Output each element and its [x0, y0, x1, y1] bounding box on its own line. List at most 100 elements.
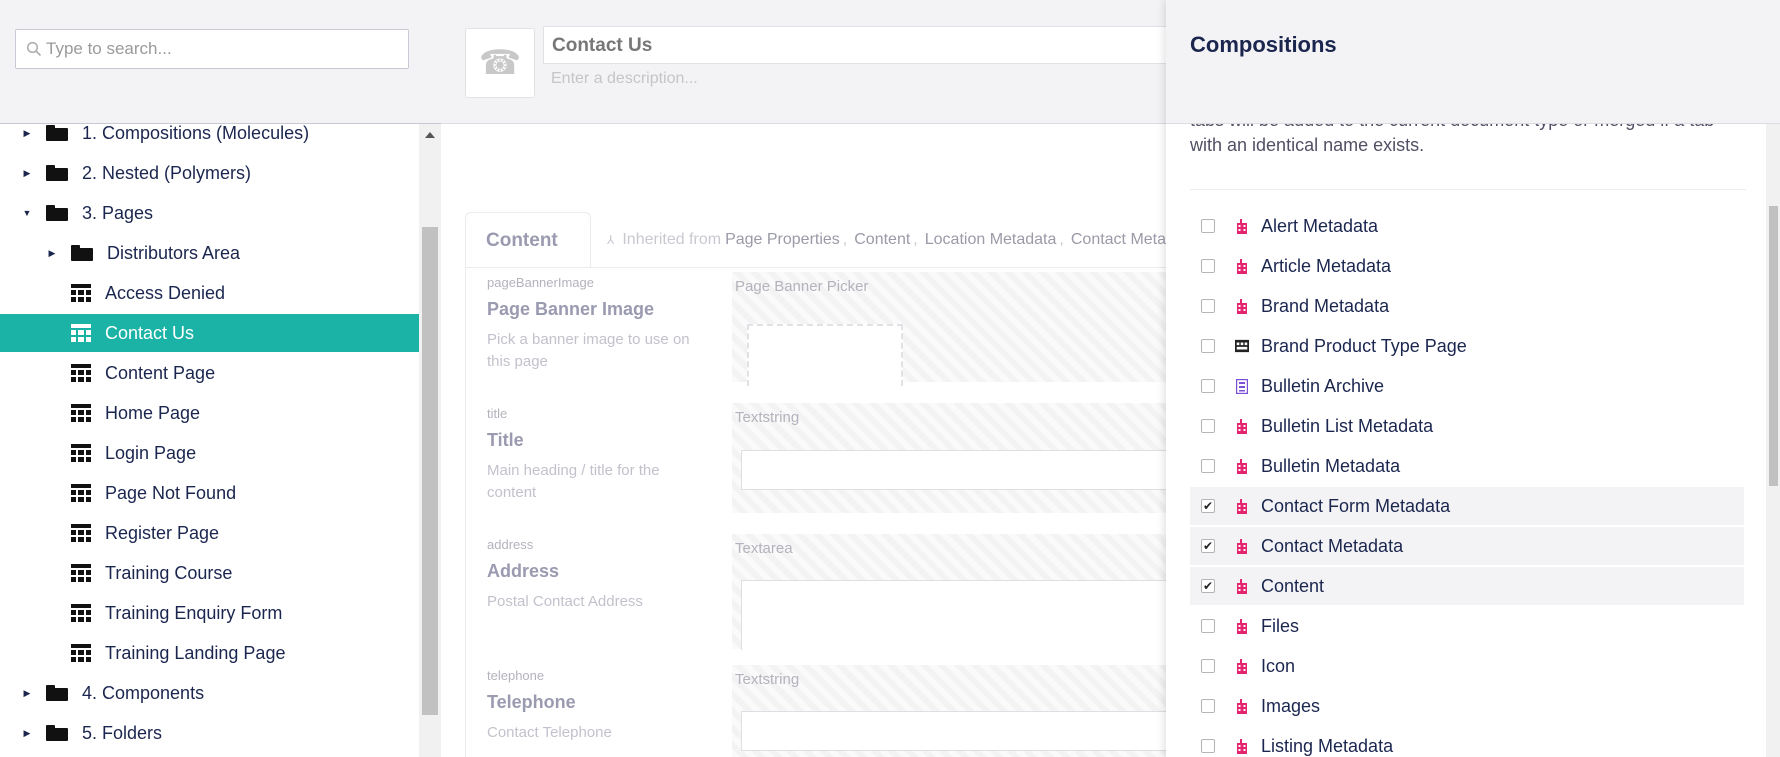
search-box[interactable] — [15, 29, 409, 69]
tree-item-document[interactable]: Login Page — [0, 434, 419, 472]
metadata-icon — [1235, 698, 1249, 714]
composition-item[interactable]: Bulletin Metadata — [1190, 447, 1744, 485]
metadata-icon — [1235, 258, 1249, 274]
inherited-source[interactable]: Page Properties — [725, 231, 840, 249]
composition-item[interactable]: ✔ Contact Form Metadata — [1190, 487, 1744, 525]
overlay-scrollbar[interactable] — [1766, 124, 1780, 757]
inherited-source[interactable]: Location Metadata — [925, 231, 1057, 249]
tree-item-folder[interactable]: ▶ 5. Folders — [0, 714, 419, 752]
composition-item[interactable]: Listing Metadata — [1190, 727, 1744, 757]
metadata-icon — [1235, 218, 1249, 234]
checkbox[interactable] — [1201, 699, 1215, 713]
tree-item-document[interactable]: Register Page — [0, 514, 419, 552]
checkbox[interactable] — [1201, 419, 1215, 433]
composition-item[interactable]: Brand Product Type Page — [1190, 327, 1744, 365]
composition-item[interactable]: Files — [1190, 607, 1744, 645]
tree-item-document[interactable]: Page Not Found — [0, 474, 419, 512]
tree-item-label: 4. Components — [82, 682, 205, 703]
composition-item[interactable]: Alert Metadata — [1190, 207, 1744, 245]
image-picker-placeholder[interactable] — [747, 324, 903, 386]
checkbox[interactable] — [1201, 379, 1215, 393]
caret-right-icon[interactable]: ▶ — [20, 126, 34, 140]
composition-item[interactable]: Images — [1190, 687, 1744, 725]
caret-right-icon[interactable]: ▶ — [45, 246, 59, 260]
tree-item-document[interactable]: Contact Us — [0, 314, 419, 352]
tree-item-document[interactable]: Access Denied — [0, 274, 419, 312]
composition-label: Brand Product Type Page — [1261, 335, 1467, 356]
tree-item-folder[interactable]: ▶ Distributors Area — [0, 234, 419, 272]
property-editor-label: Textstring — [735, 671, 800, 688]
telephone-textstring-field[interactable] — [741, 711, 1171, 751]
tree-item-label: 5. Folders — [82, 722, 163, 743]
composition-item[interactable]: ✔ Contact Metadata — [1190, 527, 1744, 565]
checkbox[interactable] — [1201, 659, 1215, 673]
caret-right-icon[interactable]: ▶ — [20, 726, 34, 740]
checkbox[interactable] — [1201, 739, 1215, 753]
address-textarea-field[interactable] — [741, 580, 1171, 650]
checkbox[interactable] — [1201, 339, 1215, 353]
checkbox[interactable] — [1201, 259, 1215, 273]
document-type-description-input[interactable]: Enter a description... — [551, 70, 698, 88]
composition-label: Bulletin Metadata — [1261, 455, 1401, 476]
caret-right-icon[interactable]: ▶ — [20, 166, 34, 180]
caret-down-icon[interactable]: ▼ — [20, 206, 34, 220]
scroll-up-arrow-icon[interactable] — [425, 132, 435, 138]
overlay-scrollbar-thumb[interactable] — [1769, 206, 1778, 486]
checkbox[interactable] — [1201, 299, 1215, 313]
tree-panel: ▶ 1. Compositions (Molecules) ▶ 2. Nested (… — [0, 0, 441, 757]
tree-item-folder[interactable]: ▶ 1. Compositions (Molecules) — [0, 114, 419, 152]
tree-item-folder[interactable]: ▼ 3. Pages — [0, 194, 419, 232]
composition-item[interactable]: Article Metadata — [1190, 247, 1744, 285]
checkbox-checked[interactable]: ✔ — [1201, 539, 1215, 553]
overlay-body: tabs will be added to the current docume… — [1166, 124, 1766, 757]
tree-header — [0, 0, 441, 124]
checkbox-checked[interactable]: ✔ — [1201, 579, 1215, 593]
tree-item-document[interactable]: Training Landing Page — [0, 634, 419, 672]
property-editor-label: Textstring — [735, 409, 800, 426]
checkbox-checked[interactable]: ✔ — [1201, 499, 1215, 513]
tree-scrollbar-thumb[interactable] — [422, 227, 438, 715]
property-editor-label: Textarea — [735, 540, 793, 557]
metadata-icon — [1235, 658, 1249, 674]
document-type-name-input[interactable]: Contact Us — [543, 26, 1243, 64]
document-type-icon — [71, 364, 91, 382]
compositions-intro: tabs will be added to the current docume… — [1190, 124, 1746, 158]
caret-right-icon[interactable]: ▶ — [20, 686, 34, 700]
tree-item-document[interactable]: Training Course — [0, 554, 419, 592]
archive-icon — [1235, 378, 1249, 394]
document-type-icon-picker[interactable]: ☎ — [465, 28, 535, 98]
search-input[interactable] — [46, 39, 408, 59]
property-alias: address — [487, 537, 534, 552]
tree-item-document[interactable]: Home Page — [0, 394, 419, 432]
tree-scrollbar[interactable] — [419, 124, 441, 757]
composition-item[interactable]: ✔ Content — [1190, 567, 1744, 605]
composition-item[interactable]: Brand Metadata — [1190, 287, 1744, 325]
tree-item-folder[interactable]: ▶ 4. Components — [0, 674, 419, 712]
title-textstring-field[interactable] — [741, 450, 1171, 490]
checkbox[interactable] — [1201, 219, 1215, 233]
tree-item-folder[interactable]: ▶ 2. Nested (Polymers) — [0, 154, 419, 192]
folder-icon — [71, 245, 93, 261]
composition-item[interactable]: Bulletin List Metadata — [1190, 407, 1744, 445]
document-type-icon — [71, 404, 91, 422]
document-type-icon — [71, 564, 91, 582]
metadata-icon — [1235, 738, 1249, 754]
composition-label: Bulletin Archive — [1261, 375, 1385, 396]
inherited-prefix: Inherited from — [622, 231, 722, 248]
checkbox[interactable] — [1201, 619, 1215, 633]
tab-content[interactable]: Content — [465, 212, 591, 268]
tree-item-document[interactable]: Training Enquiry Form — [0, 594, 419, 632]
tree-item-document[interactable]: Content Page — [0, 354, 419, 392]
composition-item[interactable]: Bulletin Archive — [1190, 367, 1744, 405]
property-description: Main heading / title for the content — [487, 462, 660, 501]
inherited-source[interactable]: Contact Meta — [1071, 231, 1166, 249]
composition-item[interactable]: Icon — [1190, 647, 1744, 685]
page-grid-icon — [1235, 338, 1249, 354]
tree-item-label: 2. Nested (Polymers) — [82, 162, 252, 183]
inherited-source[interactable]: Content — [854, 231, 910, 249]
tree-item-label: Register Page — [105, 522, 220, 543]
composition-label: Brand Metadata — [1261, 295, 1390, 316]
composition-label: Content — [1261, 575, 1325, 596]
checkbox[interactable] — [1201, 459, 1215, 473]
caret-spacer — [45, 366, 59, 380]
